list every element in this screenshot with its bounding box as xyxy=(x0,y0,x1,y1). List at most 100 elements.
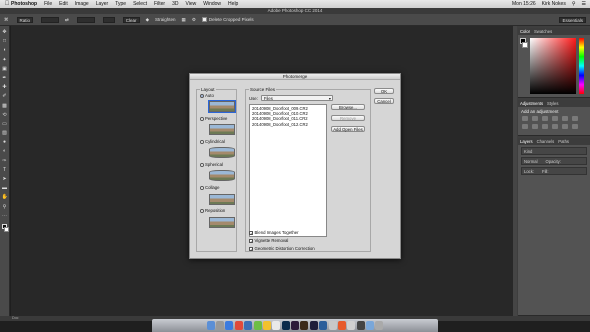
menu-filter[interactable]: Filter xyxy=(154,1,165,7)
itunes-icon[interactable] xyxy=(337,321,346,330)
hue-saturation-icon[interactable] xyxy=(572,116,578,121)
vignette-removal-checkbox[interactable]: ✓ Vignette Removal xyxy=(249,238,288,243)
crop-tool-icon[interactable]: ▣ xyxy=(2,66,8,72)
menu-3d[interactable]: 3D xyxy=(172,1,178,7)
blur-tool-icon[interactable]: ● xyxy=(2,139,8,145)
color-balance-icon[interactable] xyxy=(522,124,528,129)
ratio-value[interactable]: Ratio xyxy=(16,16,34,23)
terminal-icon[interactable] xyxy=(356,321,365,330)
menu-image[interactable]: Image xyxy=(75,1,89,7)
vibrance-icon[interactable] xyxy=(562,116,568,121)
more-tools-icon[interactable]: ⋯ xyxy=(2,213,8,219)
blend-mode-select[interactable]: Normal xyxy=(524,159,538,164)
launchpad-icon[interactable] xyxy=(216,321,224,330)
premiere-icon[interactable] xyxy=(291,321,299,330)
hand-tool-icon[interactable]: ✋ xyxy=(2,194,8,200)
move-tool-icon[interactable]: ✥ xyxy=(2,29,8,35)
auto-thumbnail[interactable] xyxy=(208,100,236,113)
exposure-icon[interactable] xyxy=(552,116,558,121)
add-open-files-button[interactable]: Add Open Files xyxy=(331,126,365,132)
height-field[interactable] xyxy=(75,16,95,23)
channel-mixer-icon[interactable] xyxy=(552,124,558,129)
ratio-select[interactable]: Ratio xyxy=(15,16,34,23)
workspace-select[interactable]: Essentials xyxy=(559,16,586,23)
crop-tool-icon[interactable]: ⌘ xyxy=(4,17,9,23)
menu-app[interactable]: Photoshop xyxy=(11,1,37,7)
blend-mode-row[interactable]: Normal Opacity: xyxy=(521,157,587,165)
calendar-icon[interactable] xyxy=(272,321,281,330)
downloads-icon[interactable] xyxy=(366,321,374,330)
quick-select-tool-icon[interactable]: ✦ xyxy=(2,57,8,63)
menu-layer[interactable]: Layer xyxy=(96,1,109,7)
width-input[interactable] xyxy=(41,16,60,23)
settings-gear-icon[interactable]: ⚙ xyxy=(192,17,196,23)
grid-overlay-icon[interactable]: ▦ xyxy=(182,17,186,23)
menu-help[interactable]: Help xyxy=(228,1,238,7)
hue-slider[interactable] xyxy=(579,38,584,94)
straighten-icon[interactable]: ◆ xyxy=(146,17,149,23)
apple-menu-icon[interactable]:  xyxy=(3,1,11,7)
brightness-icon[interactable] xyxy=(522,116,528,121)
background-color-swatch[interactable] xyxy=(3,226,9,232)
preview-icon[interactable] xyxy=(328,321,337,330)
layer-kind-select[interactable]: Kind xyxy=(524,149,532,154)
tab-color[interactable]: Color xyxy=(520,29,530,34)
finder-icon[interactable] xyxy=(206,321,215,330)
layout-option-spherical[interactable]: Spherical xyxy=(200,162,223,167)
history-brush-tool-icon[interactable]: ⟲ xyxy=(2,112,8,118)
invert-icon[interactable] xyxy=(572,124,578,129)
levels-icon[interactable] xyxy=(532,116,538,121)
curves-icon[interactable] xyxy=(542,116,548,121)
menu-view[interactable]: View xyxy=(186,1,197,7)
geometric-distortion-checkbox[interactable]: ✓ Geometric Distortion Correction xyxy=(249,246,315,251)
menu-window[interactable]: Window xyxy=(203,1,221,7)
lasso-tool-icon[interactable]: ◖ xyxy=(2,47,8,53)
messages-icon[interactable] xyxy=(253,321,262,330)
reposition-thumbnail[interactable] xyxy=(209,217,235,228)
tab-swatches[interactable]: Swatches xyxy=(534,29,552,34)
clear-button[interactable]: Clear xyxy=(121,16,140,23)
cancel-button[interactable]: Cancel xyxy=(374,98,394,104)
after-effects-icon[interactable] xyxy=(309,321,318,330)
chrome-icon[interactable] xyxy=(234,321,243,330)
search-icon[interactable]: ⚲ xyxy=(572,1,576,7)
file-list[interactable]: 20140908_Doorfoot_009.CR2 20140908_Doorf… xyxy=(249,104,327,237)
healing-tool-icon[interactable]: ✚ xyxy=(2,84,8,90)
color-picker-field[interactable] xyxy=(530,38,576,94)
photo-filter-icon[interactable] xyxy=(542,124,548,129)
layer-filter-row[interactable]: Kind xyxy=(521,147,587,155)
menu-edit[interactable]: Edit xyxy=(59,1,68,7)
cylindrical-thumbnail[interactable] xyxy=(209,147,235,158)
delete-cropped-checkbox[interactable]: Delete Cropped Pixels xyxy=(201,17,254,22)
resolution-field[interactable] xyxy=(101,16,115,23)
system-prefs-icon[interactable] xyxy=(347,321,356,330)
tab-layers[interactable]: Layers xyxy=(520,139,533,144)
zoom-tool-icon[interactable]: ⚲ xyxy=(2,204,8,210)
menu-select[interactable]: Select xyxy=(133,1,147,7)
dodge-tool-icon[interactable]: ◐ xyxy=(2,148,8,154)
swap-icon[interactable]: ⇄ xyxy=(65,17,69,23)
blend-images-checkbox[interactable]: ✓ Blend Images Together xyxy=(249,230,299,235)
lightroom-icon[interactable] xyxy=(319,321,328,330)
illustrator-icon[interactable] xyxy=(300,321,309,330)
marquee-tool-icon[interactable]: □ xyxy=(2,38,8,44)
brush-tool-icon[interactable]: ✐ xyxy=(2,93,8,99)
resolution-input[interactable] xyxy=(102,16,115,23)
menu-type[interactable]: Type xyxy=(115,1,126,7)
browse-button[interactable]: Browse... xyxy=(331,104,365,110)
safari-icon[interactable] xyxy=(225,321,234,330)
layout-option-cylindrical[interactable]: Cylindrical xyxy=(200,139,225,144)
file-list-item[interactable]: 20140908_Doorfoot_012.CR2 xyxy=(252,122,324,127)
black-white-icon[interactable] xyxy=(532,124,538,129)
list-icon[interactable]: ☰ xyxy=(582,1,586,7)
trash-icon[interactable] xyxy=(375,321,384,330)
tab-paths[interactable]: Paths xyxy=(558,139,569,144)
use-select[interactable]: Files ▾ xyxy=(260,95,333,101)
layout-option-collage[interactable]: Collage xyxy=(200,185,220,190)
color-lookup-icon[interactable] xyxy=(562,124,568,129)
mail-icon[interactable] xyxy=(244,321,253,330)
collage-thumbnail[interactable] xyxy=(209,194,235,205)
type-tool-icon[interactable]: T xyxy=(2,167,8,173)
user-name[interactable]: Kirk Nokes xyxy=(542,1,566,7)
ok-button[interactable]: OK xyxy=(374,88,394,94)
